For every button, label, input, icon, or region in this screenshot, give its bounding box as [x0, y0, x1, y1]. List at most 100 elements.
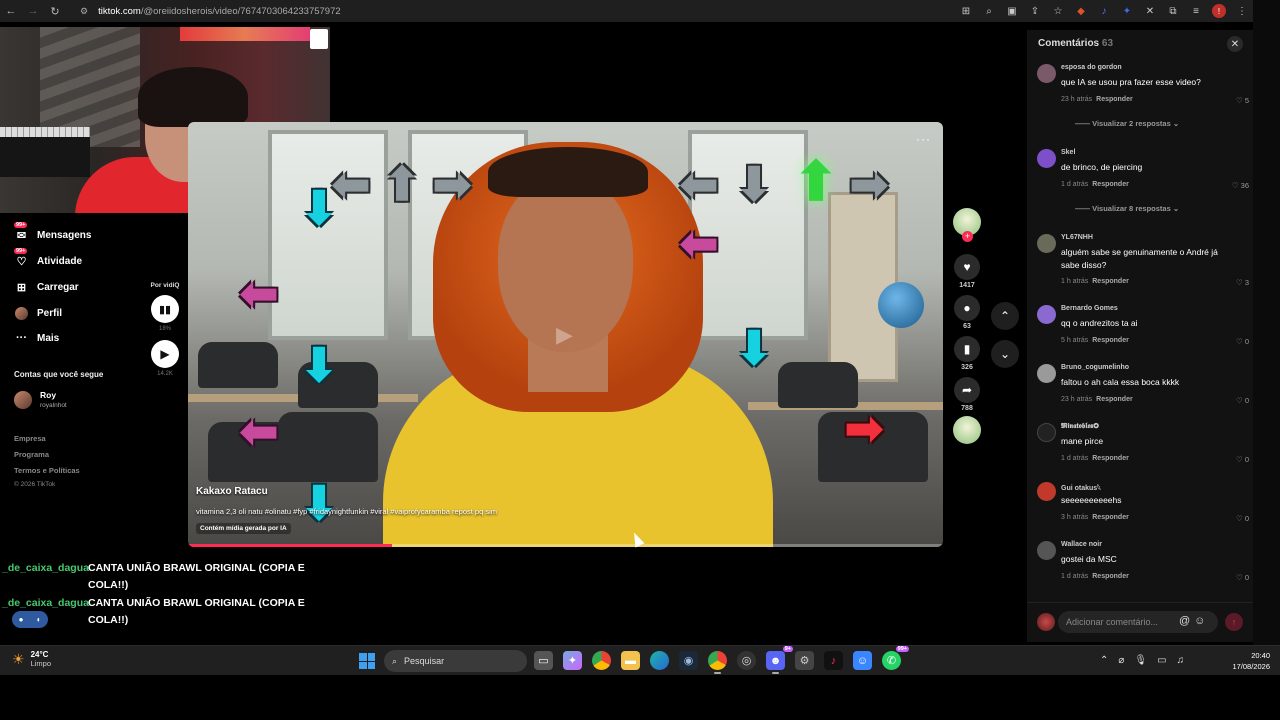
extension-x-icon[interactable]: ✕: [1143, 4, 1157, 18]
address-bar[interactable]: ⚙ tiktok.com/@oreiidosherois/video/76747…: [80, 2, 1040, 20]
follow-plus-icon[interactable]: +: [962, 231, 973, 242]
avatar[interactable]: [1037, 482, 1056, 501]
play-icon[interactable]: ▶: [151, 340, 179, 368]
steam-icon[interactable]: ◉: [679, 651, 698, 670]
stats-icon[interactable]: ▮▮: [151, 295, 179, 323]
footer-link-program[interactable]: Programa: [14, 450, 49, 459]
reply-button[interactable]: Responder: [1096, 96, 1133, 103]
send-icon[interactable]: ↑: [1225, 613, 1243, 631]
comment-user[interactable]: Bernardo Gomes: [1061, 305, 1118, 312]
sidebar-item-activity[interactable]: ♡ 99+ Atividade: [14, 248, 82, 268]
weather-widget[interactable]: ☀ 24°C Limpo: [12, 650, 51, 668]
install-icon[interactable]: ▣: [1005, 4, 1019, 18]
next-video-chevron-down-icon[interactable]: ⌄: [991, 340, 1019, 368]
tray-mic-icon[interactable]: 🎙︎: [1134, 655, 1147, 666]
avatar[interactable]: [1037, 234, 1056, 253]
extension-blue-icon[interactable]: ✦: [1120, 4, 1134, 18]
translate-icon[interactable]: ⊞: [959, 4, 973, 18]
video-more-icon[interactable]: ···: [916, 132, 931, 146]
bookmark-icon[interactable]: ▮: [954, 336, 980, 362]
whatsapp-icon[interactable]: ✆ 99+: [882, 646, 909, 670]
tray-volume-icon[interactable]: ♫: [1177, 655, 1185, 666]
comment-user[interactable]: YL67NHH: [1061, 234, 1093, 241]
bookmark-star-icon[interactable]: ☆: [1051, 4, 1065, 18]
settings-gear-icon[interactable]: ⚙: [795, 651, 814, 670]
reply-button[interactable]: Responder: [1092, 455, 1129, 462]
comment-user[interactable]: Wallace noir: [1061, 541, 1102, 548]
comment-user[interactable]: 𝕸𝖎𝖓𝖆𝖙𝖔𝖇𝖑𝖔𝖝✪: [1061, 423, 1099, 431]
like-icon[interactable]: ♥: [954, 254, 980, 280]
app-blue-icon[interactable]: ☺: [853, 651, 872, 670]
avatar[interactable]: [1037, 541, 1056, 560]
comment-like[interactable]: ♡ 0: [1236, 573, 1249, 582]
start-windows-icon[interactable]: [359, 653, 375, 669]
back-icon[interactable]: ←: [0, 0, 22, 22]
comment-like[interactable]: ♡ 36: [1232, 181, 1249, 190]
reply-button[interactable]: Responder: [1092, 337, 1129, 344]
task-view-icon[interactable]: ▭: [534, 651, 553, 670]
chrome-profile-icon[interactable]: [708, 651, 727, 674]
reload-icon[interactable]: ↻: [44, 0, 66, 22]
reply-button[interactable]: Responder: [1096, 396, 1133, 403]
profile-avatar-icon[interactable]: !: [1212, 4, 1226, 18]
mention-icon[interactable]: @: [1179, 615, 1194, 627]
comment-user[interactable]: esposa do gordon: [1061, 64, 1122, 71]
creator-avatar[interactable]: +: [953, 208, 981, 242]
chat-toggle-badge[interactable]: ● ◐: [12, 611, 48, 628]
video-play-icon[interactable]: ▶: [556, 322, 582, 348]
reply-button[interactable]: Responder: [1092, 181, 1129, 188]
comment-user[interactable]: Bruno_cogumelinho: [1061, 364, 1129, 371]
avatar[interactable]: [1037, 64, 1056, 83]
reading-list-icon[interactable]: ≡: [1189, 4, 1203, 18]
comment-like[interactable]: ♡ 0: [1236, 455, 1249, 464]
sidebar-item-upload[interactable]: ⊞ Carregar: [14, 280, 79, 294]
comment-like[interactable]: ♡ 0: [1236, 514, 1249, 523]
video-player[interactable]: ⬇ ⬅ ⬆ ➡ ⬅ ⬇ ⬆ ➡ ⬅ ⬅ ⬇ ⬇ ⬅ ➡ ⬇ ··· ▶ Kaka…: [188, 122, 943, 547]
following-user-roy[interactable]: Roy royalnhot: [14, 390, 67, 409]
avatar[interactable]: [1037, 305, 1056, 324]
comment-like[interactable]: ♡ 0: [1236, 337, 1249, 346]
sidebar-item-profile[interactable]: Perfil: [14, 306, 62, 320]
reply-button[interactable]: Responder: [1092, 573, 1129, 580]
comment-like[interactable]: ♡ 0: [1236, 396, 1249, 405]
share-icon[interactable]: ⇪: [1028, 4, 1042, 18]
extension-audio-icon[interactable]: ♪: [1097, 4, 1111, 18]
tray-network-off-icon[interactable]: ⌀: [1118, 655, 1124, 666]
avatar[interactable]: [1037, 423, 1056, 442]
comment-user[interactable]: Gui otakus𓆩: [1061, 482, 1101, 493]
reply-button[interactable]: Responder: [1092, 514, 1129, 521]
emoji-icon[interactable]: ☺: [1194, 615, 1209, 627]
extensions-puzzle-icon[interactable]: ⧉: [1166, 4, 1180, 18]
footer-link-terms[interactable]: Termos e Políticas: [14, 466, 80, 475]
reply-button[interactable]: Responder: [1092, 278, 1129, 285]
site-info-icon[interactable]: ⚙: [80, 6, 88, 17]
avatar[interactable]: [1037, 149, 1056, 168]
footer-link-company[interactable]: Empresa: [14, 434, 46, 443]
sound-disc-icon[interactable]: [953, 416, 981, 444]
comment-icon[interactable]: ●: [954, 295, 980, 321]
video-progress-bar[interactable]: [188, 544, 943, 547]
sidebar-item-messages[interactable]: ✉ 99+ Mensagens: [14, 222, 91, 242]
sidebar-item-more[interactable]: ··· Mais: [14, 331, 59, 345]
obs-icon[interactable]: ◎: [737, 651, 756, 670]
copilot-icon[interactable]: ✦: [563, 651, 582, 670]
discord-icon[interactable]: ☻ 9+: [766, 646, 793, 674]
view-replies-button[interactable]: —— Visualizar 8 respostas ⌄: [1075, 204, 1179, 213]
taskbar-search[interactable]: ⌕ Pesquisar: [384, 650, 527, 672]
edge-icon[interactable]: [650, 651, 669, 670]
taskbar-clock[interactable]: 20:40 17/08/2026: [1232, 650, 1270, 672]
video-author[interactable]: Kakaxo Ratacu: [196, 486, 268, 497]
comment-like[interactable]: ♡ 5: [1236, 96, 1249, 105]
tray-monitor-icon[interactable]: ▭: [1157, 655, 1166, 666]
tray-chevron-up-icon[interactable]: ⌃: [1100, 655, 1108, 666]
forward-icon[interactable]: →: [22, 0, 44, 22]
share-arrow-icon[interactable]: ➦: [954, 377, 980, 403]
file-explorer-icon[interactable]: ▬: [621, 651, 640, 670]
comment-user[interactable]: Skel: [1061, 149, 1075, 156]
close-icon[interactable]: ✕: [1227, 36, 1243, 52]
extension-red-icon[interactable]: ◆: [1074, 4, 1088, 18]
browser-menu-icon[interactable]: ⋮: [1235, 4, 1249, 18]
previous-video-chevron-up-icon[interactable]: ⌃: [991, 302, 1019, 330]
zoom-icon[interactable]: ⌕: [982, 4, 996, 18]
chrome-icon[interactable]: [592, 651, 611, 670]
